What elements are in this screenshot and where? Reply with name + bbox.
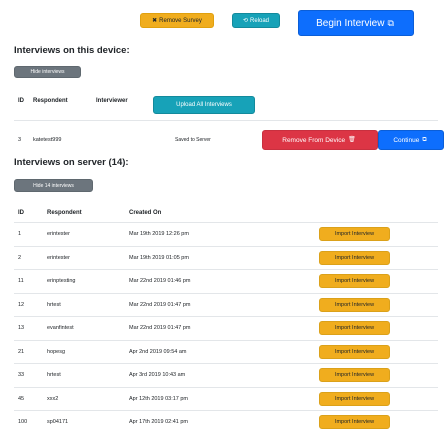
- reload-label: Reload: [250, 17, 270, 24]
- device-col-id: ID: [18, 98, 24, 104]
- server-row-respondent: erintester: [47, 254, 70, 261]
- server-row-divider: [14, 222, 438, 223]
- server-row-created: Apr 12th 2019 03:17 pm: [129, 395, 189, 402]
- server-row-respondent: hrtest: [47, 372, 61, 378]
- server-col-id: ID: [18, 210, 24, 216]
- refresh-icon: ⟲: [242, 17, 248, 24]
- server-row-created: Mar 19th 2019 01:05 pm: [129, 254, 189, 261]
- import-interview-button[interactable]: Import Interview: [319, 321, 390, 335]
- server-row-id: 12: [18, 301, 25, 308]
- device-row-respondent: katetest999: [33, 137, 62, 143]
- remove-survey-button[interactable]: ✖ Remove Survey: [140, 13, 214, 28]
- x-icon: ✖: [152, 17, 158, 24]
- server-col-created: Created On: [129, 210, 162, 216]
- external-link-icon: ⧉: [387, 17, 394, 28]
- server-row-id: 2: [18, 254, 22, 261]
- import-interview-button[interactable]: Import Interview: [319, 368, 390, 382]
- server-row-id: 100: [18, 419, 28, 425]
- server-row-divider: [14, 386, 438, 388]
- server-row-respondent: sp04171: [47, 419, 69, 425]
- server-row-divider: [14, 363, 438, 364]
- device-section-title: Interviews on this device:: [14, 45, 130, 56]
- device-row-status: Saved to Server: [175, 137, 211, 143]
- external-link-icon: ⧉: [422, 137, 427, 143]
- server-row-created: Mar 22nd 2019 01:46 pm: [129, 278, 191, 284]
- server-row-id: 33: [18, 372, 25, 378]
- server-row-id: 1: [18, 231, 22, 237]
- import-interview-button[interactable]: Import Interview: [319, 250, 390, 265]
- server-row-respondent: erintester: [47, 231, 70, 237]
- reload-button[interactable]: ⟲ Reload: [232, 13, 280, 28]
- server-row-created: Mar 22nd 2019 01:47 pm: [129, 301, 191, 308]
- server-row-id: 21: [18, 348, 25, 355]
- server-row-divider: [14, 339, 438, 341]
- import-interview-button[interactable]: Import Interview: [319, 391, 390, 406]
- server-row-id: 45: [18, 395, 25, 402]
- server-row-id: 11: [18, 278, 24, 284]
- server-row-divider: [14, 245, 438, 247]
- server-row-respondent: hopesg: [47, 348, 66, 355]
- remove-survey-label: Remove Survey: [159, 17, 202, 24]
- remove-from-device-label: Remove From Device: [282, 136, 346, 144]
- import-interview-button[interactable]: Import Interview: [319, 344, 390, 359]
- begin-interview-button[interactable]: Begin Interview ⧉: [298, 10, 414, 36]
- server-row-respondent: hrtest: [47, 301, 61, 308]
- import-interview-button[interactable]: Import Interview: [319, 415, 390, 429]
- remove-from-device-button[interactable]: Remove From Device 🗑: [262, 130, 378, 150]
- import-interview-button[interactable]: Import Interview: [319, 297, 390, 312]
- upload-all-button[interactable]: Upload All Interviews: [153, 96, 255, 114]
- hide-server-interviews-button[interactable]: Hide 14 interviews: [14, 179, 93, 192]
- server-row-respondent: evanfintest: [47, 325, 74, 331]
- continue-button[interactable]: Continue ⧉: [378, 130, 444, 150]
- server-row-divider: [14, 269, 438, 270]
- continue-label: Continue: [393, 136, 420, 144]
- server-section-title: Interviews on server (14):: [14, 157, 129, 168]
- server-row-respondent: xxx2: [47, 395, 59, 402]
- server-row-divider: [14, 292, 438, 294]
- hide-interviews-button[interactable]: Hide interviews: [14, 66, 81, 78]
- server-row-created: Apr 17th 2019 02:41 pm: [129, 419, 189, 425]
- import-interview-button[interactable]: Import Interview: [319, 274, 390, 288]
- trash-icon: 🗑: [348, 137, 356, 143]
- device-row-divider: [14, 120, 438, 121]
- device-row-id: 3: [18, 137, 22, 143]
- server-col-respondent: Respondent: [47, 210, 82, 216]
- server-row-id: 13: [18, 325, 25, 331]
- server-row-respondent: erinptesting: [47, 278, 76, 284]
- begin-interview-label: Begin Interview: [316, 17, 385, 29]
- server-row-created: Mar 22nd 2019 01:47 pm: [129, 325, 191, 331]
- import-interview-button[interactable]: Import Interview: [319, 227, 390, 241]
- device-col-respondent: Respondent: [33, 98, 68, 104]
- device-col-interviewer: Interviewer: [96, 98, 128, 104]
- server-row-created: Apr 3rd 2019 10:43 am: [129, 372, 186, 378]
- server-row-created: Mar 19th 2019 12:26 pm: [129, 231, 189, 237]
- server-row-created: Apr 2nd 2019 09:54 am: [129, 348, 187, 355]
- server-row-divider: [14, 410, 438, 411]
- server-row-divider: [14, 316, 438, 317]
